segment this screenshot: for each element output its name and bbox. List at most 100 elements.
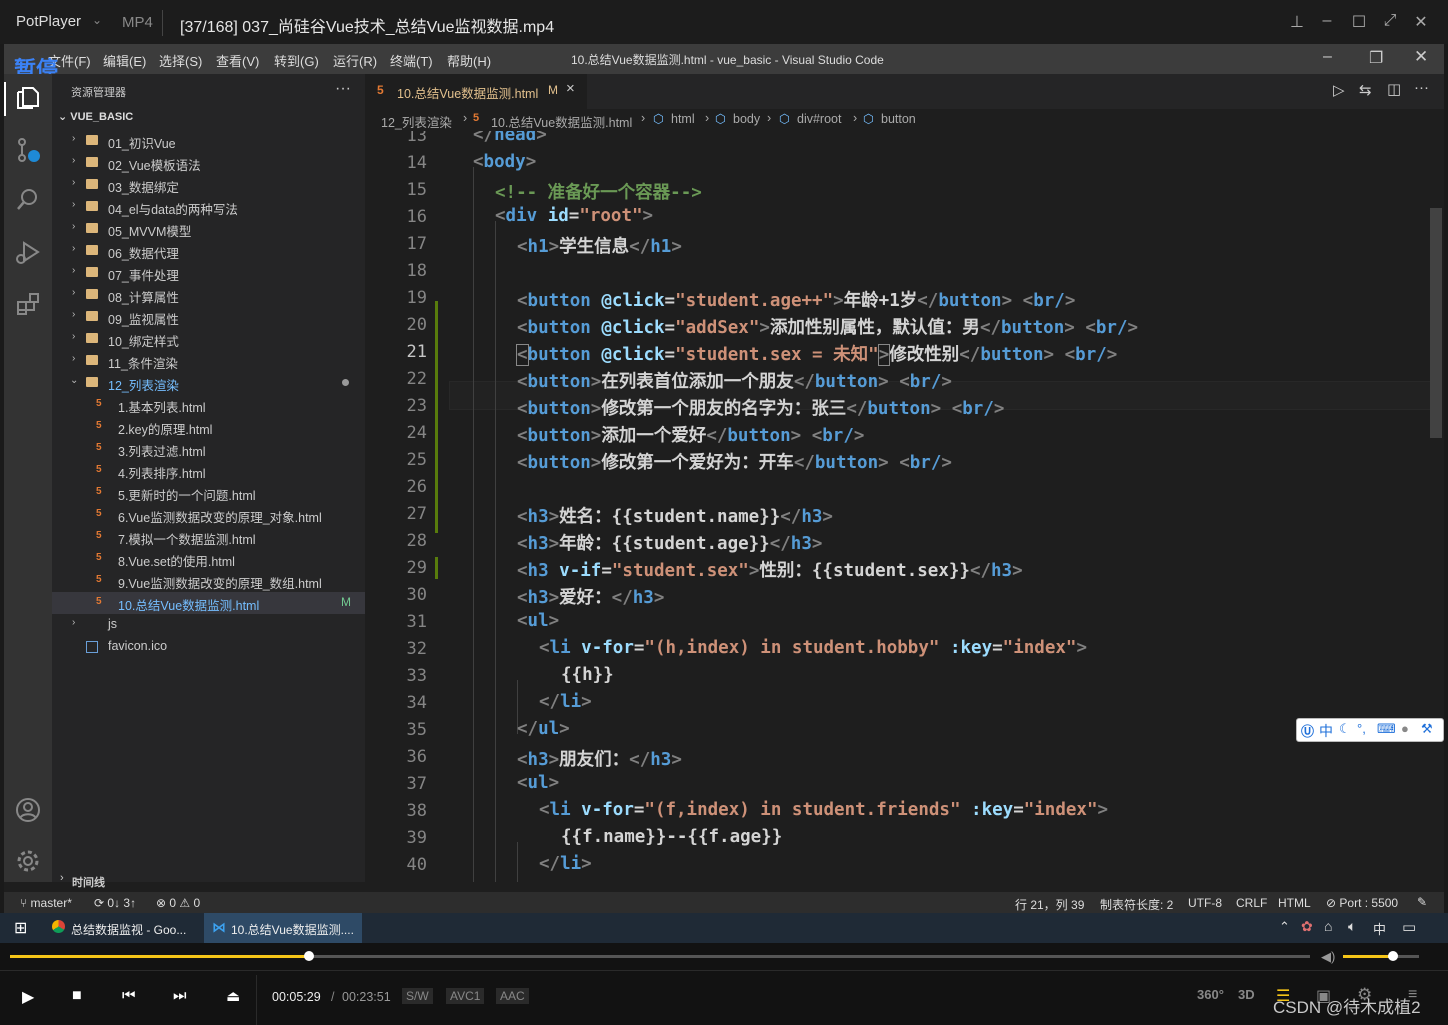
tree-file[interactable]: 5 6.Vue监测数据改变的原理_对象.html [52,504,365,526]
line-ending[interactable]: CRLF [1236,896,1267,910]
code-editor[interactable]: 13 14 15 16 17 18 19 20 21 22 23 24 25 2… [365,131,1444,882]
tree-folder[interactable]: › 09_监视属性 [52,306,365,328]
editor-scrollbar-thumb[interactable] [1430,208,1442,438]
cursor-position[interactable]: 行 21，列 39 [1015,896,1084,913]
tree-file[interactable]: 5 9.Vue监测数据改变的原理_数组.html [52,570,365,592]
ime-lang[interactable]: 中 [1319,721,1333,741]
menu-view[interactable]: 查看(V) [216,51,259,70]
menu-terminal[interactable]: 终端(T) [390,51,433,70]
menu-run[interactable]: 运行(R) [333,51,377,70]
tree-folder[interactable]: › 11_条件渲染 [52,350,365,372]
timeline-section[interactable]: › 时间线 [52,870,365,890]
breadcrumb-button[interactable]: button [881,112,916,126]
tree-folder[interactable]: › 08_计算属性 [52,284,365,306]
close-icon[interactable]: ✕ [1414,47,1428,67]
decoder-tag[interactable]: S/W [402,988,433,1004]
next-icon[interactable]: ⏭︎ [173,987,187,1004]
tab-size[interactable]: 制表符长度: 2 [1100,896,1173,913]
tree-file[interactable]: favicon.ico [52,636,365,658]
tree-file[interactable]: 5 8.Vue.set的使用.html [52,548,365,570]
tree-file[interactable]: 5 1.基本列表.html [52,394,365,416]
chevron-down-icon[interactable]: ⌄ [92,13,102,27]
encoding[interactable]: UTF-8 [1188,896,1222,910]
taskbar-item-vscode[interactable]: ⋈ 10.总结Vue数据监测.... [204,913,362,945]
tree-folder[interactable]: › 03_数据绑定 [52,174,365,196]
keyboard-icon[interactable]: ⌨ [1377,721,1396,737]
volume-handle[interactable] [1388,951,1399,961]
3d-button[interactable]: 3D [1238,987,1255,1002]
menu-selection[interactable]: 选择(S) [159,51,202,70]
volume-track[interactable] [1343,951,1419,961]
tree-folder[interactable]: › 06_数据代理 [52,240,365,262]
tree-folder[interactable]: › 05_MVVM模型 [52,218,365,240]
moon-icon[interactable]: ☾ [1339,721,1351,737]
network-icon[interactable]: ⌂ [1324,918,1332,934]
tree-file[interactable]: 5 4.列表排序.html [52,460,365,482]
breadcrumb-file[interactable]: 10.总结Vue数据监测.html [491,112,632,131]
settings-gear-icon[interactable] [14,847,42,875]
language-mode[interactable]: HTML [1278,896,1311,910]
tree-folder[interactable]: › 10_绑定样式 [52,328,365,350]
menu-edit[interactable]: 编辑(E) [103,51,146,70]
tree-file[interactable]: 5 5.更新时的一个问题.html [52,482,365,504]
breadcrumb-body[interactable]: body [733,112,760,126]
player-brand[interactable]: PotPlayer [16,13,81,30]
open-changes-icon[interactable]: ⇆ [1359,81,1372,99]
tree-folder-open[interactable]: ⌄ 12_列表渲染 [52,372,365,394]
tree-file-selected[interactable]: 5 10.总结Vue数据监测.html M [52,592,365,614]
play-icon[interactable]: ▶ [22,987,34,1007]
tree-folder[interactable]: › 01_初识Vue [52,130,365,152]
tree-file[interactable]: 5 7.模拟一个数据监测.html [52,526,365,548]
minimize-icon[interactable]: – [1317,12,1337,30]
fullscreen-icon[interactable]: ⤢ [1380,12,1400,30]
tree-folder[interactable]: › 02_Vue模板语法 [52,152,365,174]
account-icon[interactable] [14,796,42,824]
tree-folder[interactable]: › js [52,614,365,636]
more-actions-icon[interactable]: ··· [335,80,351,98]
chevron-up-icon[interactable]: ⌃ [1279,919,1290,935]
run-debug-icon[interactable] [14,238,42,266]
close-icon[interactable]: ✕ [1411,12,1431,32]
wrench-icon[interactable]: ⚒ [1421,721,1433,737]
extensions-icon[interactable] [14,290,42,318]
codec-tag[interactable]: AVC1 [446,988,485,1004]
tree-folder[interactable]: › 07_事件处理 [52,262,365,284]
split-editor-icon[interactable]: ◫ [1387,80,1401,98]
git-sync[interactable]: ⟳ 0↓ 3↑ [94,896,136,910]
seek-handle[interactable] [304,951,314,961]
menu-go[interactable]: 转到(G) [274,51,319,70]
editor-tab-active[interactable]: 5 10.总结Vue数据监测.html M × [365,74,587,109]
seek-track[interactable] [10,951,1310,961]
volume-icon[interactable]: ◀) [1321,949,1335,965]
more-actions-icon[interactable]: ··· [1414,79,1429,96]
breadcrumb-folder[interactable]: 12_列表渲染 [381,112,452,131]
feedback-icon[interactable]: ✎ [1417,895,1427,909]
breadcrumb-div-root[interactable]: div#root [797,112,841,126]
project-root[interactable]: ⌄ VUE_BASIC [58,110,133,123]
breadcrumb-html[interactable]: html [671,112,695,126]
notification-icon[interactable]: ▭ [1402,918,1416,936]
pin-icon[interactable]: ⊥ [1287,12,1307,32]
vr-360-button[interactable]: 360° [1197,987,1224,1002]
stop-icon[interactable]: ■ [72,987,82,1005]
restore-icon[interactable]: ❐ [1369,48,1383,68]
audio-tag[interactable]: AAC [496,988,529,1004]
ime-toolbar[interactable]: Ⓤ 中 ☾ °, ⌨ ● ⚒ [1296,718,1444,742]
previous-icon[interactable]: ⏮︎ [122,987,136,1004]
live-server-port[interactable]: ⊘ Port : 5500 [1326,896,1398,910]
taskbar-item-chrome[interactable]: 总结数据监视 - Goo... [44,913,200,943]
explorer-icon[interactable] [14,84,42,112]
problems-indicator[interactable]: ⊗ 0 ⚠ 0 [156,896,200,910]
menu-help[interactable]: 帮助(H) [447,51,491,70]
volume-icon[interactable]: 🔈︎ [1348,918,1356,935]
tray-app-icon[interactable]: ✿ [1301,918,1313,935]
windows-start-icon[interactable]: ⊞ [14,918,27,938]
ime-indicator[interactable]: 中 [1373,919,1386,938]
eject-icon[interactable]: ⏏︎ [226,987,240,1005]
tree-file[interactable]: 5 3.列表过滤.html [52,438,365,460]
tree-folder[interactable]: › 04_el与data的两种写法 [52,196,365,218]
run-icon[interactable]: ▷ [1333,81,1345,99]
search-icon[interactable] [14,186,42,214]
tree-file[interactable]: 5 2.key的原理.html [52,416,365,438]
minimize-icon[interactable]: – [1323,48,1332,66]
